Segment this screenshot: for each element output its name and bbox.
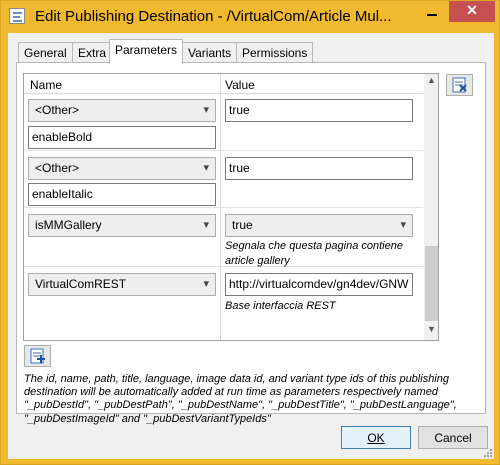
scroll-thumb[interactable]: [425, 246, 438, 321]
input-text: http://virtualcomdev/gn4dev/GNW: [229, 277, 409, 291]
parameter-value-input[interactable]: true: [225, 99, 413, 122]
delete-parameter-button[interactable]: [446, 74, 473, 96]
chevron-down-icon: ▾: [203, 104, 209, 116]
parameter-row: <Other> ▾ enableBold true: [24, 95, 423, 151]
parameter-name-combo[interactable]: isMMGallery ▾: [28, 214, 216, 237]
scroll-up-icon[interactable]: ▲: [424, 75, 438, 91]
tab-label: Variants: [188, 46, 232, 60]
ok-button[interactable]: OK: [341, 426, 411, 449]
parameter-row: VirtualComREST ▾ http://virtualcomdev/gn…: [24, 268, 423, 340]
custom-name-input[interactable]: enableItalic: [28, 183, 216, 206]
add-parameter-button[interactable]: [24, 345, 51, 367]
parameter-description: Segnala che questa pagina contiene artic…: [225, 240, 403, 267]
parameter-value-combo[interactable]: true ▾: [225, 214, 413, 237]
name-column-header: Name: [30, 78, 63, 92]
tab-parameters[interactable]: Parameters: [109, 39, 184, 64]
parameters-grid: Name Value <Other> ▾ enableBold true <Ot…: [23, 73, 439, 341]
parameter-name-combo[interactable]: VirtualComREST ▾: [28, 273, 216, 296]
input-text: true: [229, 161, 250, 175]
combo-value: isMMGallery: [35, 218, 102, 232]
parameter-description: Base interfaccia REST: [225, 300, 336, 312]
parameter-value-input[interactable]: true: [225, 157, 413, 180]
window-title: Edit Publishing Destination - /VirtualCo…: [35, 8, 392, 25]
app-icon: [9, 8, 25, 24]
title-bar[interactable]: Edit Publishing Destination - /VirtualCo…: [1, 1, 499, 33]
tab-general[interactable]: General: [18, 42, 73, 63]
ok-label: OK: [367, 431, 385, 445]
minimize-button[interactable]: [418, 1, 446, 22]
dialog-window: Edit Publishing Destination - /VirtualCo…: [0, 0, 500, 465]
parameter-value-input[interactable]: http://virtualcomdev/gn4dev/GNW: [225, 273, 413, 296]
input-text: enableItalic: [32, 187, 93, 201]
tab-label: General: [24, 46, 67, 60]
tab-variants[interactable]: Variants: [182, 42, 238, 63]
input-text: enableBold: [32, 130, 93, 144]
input-text: true: [229, 103, 250, 117]
parameter-name-combo[interactable]: <Other> ▾: [28, 157, 216, 180]
parameter-name-combo[interactable]: <Other> ▾: [28, 99, 216, 122]
combo-value: true: [232, 218, 253, 232]
add-parameter-icon: [30, 348, 45, 364]
combo-value: VirtualComREST: [35, 277, 127, 291]
grid-scrollbar[interactable]: ▲ ▼: [424, 74, 438, 340]
chevron-down-icon: ▾: [400, 219, 406, 231]
tab-extra[interactable]: Extra: [72, 42, 113, 63]
tab-label: Parameters: [115, 43, 178, 57]
tab-label: Permissions: [242, 46, 308, 60]
close-button[interactable]: ✕: [449, 1, 495, 22]
client-area: General Extra Parameters Variants Permis…: [8, 33, 494, 459]
tab-label: Extra: [78, 46, 107, 60]
chevron-down-icon: ▾: [203, 278, 209, 290]
grid-header: Name Value: [24, 74, 423, 94]
close-icon: ✕: [466, 2, 478, 18]
auto-parameters-note: The id, name, path, title, language, ima…: [24, 373, 457, 425]
minimize-icon: [427, 14, 437, 16]
combo-value: <Other>: [35, 161, 80, 175]
custom-name-input[interactable]: enableBold: [28, 126, 216, 149]
cancel-button[interactable]: Cancel: [418, 426, 488, 449]
resize-grip[interactable]: [482, 447, 492, 457]
chevron-down-icon: ▾: [203, 219, 209, 231]
tab-permissions[interactable]: Permissions: [236, 42, 314, 63]
value-column-header: Value: [225, 78, 255, 92]
scroll-down-icon[interactable]: ▼: [424, 324, 438, 340]
parameter-row: <Other> ▾ enableItalic true: [24, 152, 423, 208]
delete-parameter-icon: [452, 77, 467, 93]
chevron-down-icon: ▾: [203, 162, 209, 174]
combo-value: <Other>: [35, 103, 80, 117]
parameter-row: isMMGallery ▾ true ▾ Segnala che questa …: [24, 209, 423, 267]
cancel-label: Cancel: [434, 431, 472, 445]
